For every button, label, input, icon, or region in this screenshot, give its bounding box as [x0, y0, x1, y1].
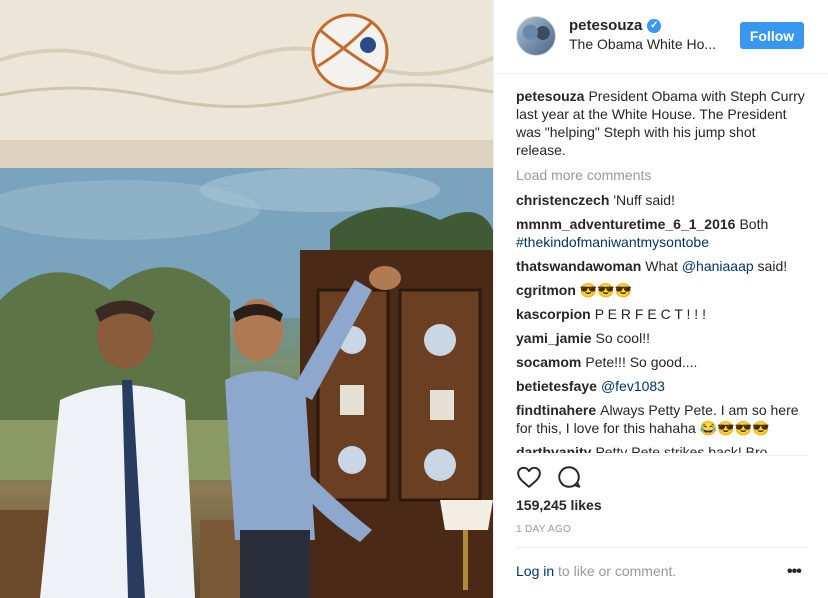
- comment-item: cgritmon 😎😎😎: [516, 281, 808, 299]
- comment-username[interactable]: christenczech: [516, 192, 609, 208]
- hashtag-link[interactable]: #thekindofmaniwantmysontobe: [516, 234, 709, 250]
- comment-text-after: said!: [757, 258, 788, 274]
- more-dots-icon[interactable]: •••: [787, 563, 802, 581]
- comment-username[interactable]: betietesfaye: [516, 378, 597, 394]
- footer-divider: [516, 547, 808, 548]
- comments-list[interactable]: petesouza President Obama with Steph Curr…: [516, 87, 808, 453]
- actions-divider: [516, 455, 808, 456]
- caption-username[interactable]: petesouza: [516, 88, 584, 104]
- comment-text: So cool!!: [595, 330, 650, 346]
- comment-item: darthvanity Petty Pete strikes back! Bro: [516, 443, 808, 453]
- post-sidebar: petesouza ✓ The Obama White Ho... Follow…: [493, 0, 828, 598]
- username-link[interactable]: petesouza: [569, 17, 642, 34]
- comment-text: What: [645, 258, 678, 274]
- comment-item: thatswandawoman What @haniaaap said!: [516, 257, 808, 275]
- comment-text: Pete!!! So good....: [585, 354, 698, 370]
- avatar[interactable]: [516, 16, 556, 56]
- comment-username[interactable]: findtinahere: [516, 402, 596, 418]
- post-header: petesouza ✓ The Obama White Ho... Follow: [494, 0, 828, 74]
- username-row: petesouza ✓: [569, 17, 662, 34]
- comment-item: christenczech 'Nuff said!: [516, 191, 808, 209]
- comment-item: betietesfaye @fev1083: [516, 377, 808, 395]
- location-link[interactable]: The Obama White Ho...: [569, 36, 716, 52]
- comment-item: socamom Pete!!! So good....: [516, 353, 808, 371]
- comment-username[interactable]: cgritmon: [516, 282, 576, 298]
- comment-text: P E R F E C T ! ! !: [594, 306, 706, 322]
- comment-username[interactable]: thatswandawoman: [516, 258, 641, 274]
- comment-username[interactable]: kascorpion: [516, 306, 591, 322]
- comment-item: mmnm_adventuretime_6_1_2016 Both #thekind…: [516, 215, 808, 251]
- comment-text: Both: [739, 216, 769, 232]
- load-more-comments-link[interactable]: Load more comments: [516, 166, 808, 184]
- verified-badge-icon: ✓: [647, 18, 662, 33]
- post-timestamp[interactable]: 1 DAY AGO: [516, 524, 571, 535]
- heart-icon[interactable]: [516, 464, 542, 490]
- mention-link[interactable]: @haniaaap: [682, 258, 754, 274]
- comment-bubble-icon[interactable]: [556, 464, 582, 490]
- comment-username[interactable]: yami_jamie: [516, 330, 592, 346]
- follow-button[interactable]: Follow: [740, 22, 804, 49]
- caption: petesouza President Obama with Steph Curr…: [516, 87, 808, 159]
- login-link[interactable]: Log in: [516, 563, 554, 579]
- login-suffix: to like or comment.: [554, 563, 677, 579]
- comment-username[interactable]: darthvanity: [516, 444, 591, 453]
- action-bar: [516, 464, 582, 490]
- comment-username[interactable]: socamom: [516, 354, 581, 370]
- login-prompt: Log in to like or comment.: [516, 563, 676, 579]
- comment-username[interactable]: mmnm_adventuretime_6_1_2016: [516, 216, 735, 232]
- comment-text: 😎😎😎: [579, 282, 633, 298]
- mention-link[interactable]: @fev1083: [601, 378, 665, 394]
- comment-text: 'Nuff said!: [613, 192, 675, 208]
- comment-item: findtinahere Always Petty Pete. I am so h…: [516, 401, 808, 437]
- comment-text: Petty Pete strikes back! Bro: [595, 444, 768, 453]
- likes-count[interactable]: 159,245 likes: [516, 497, 602, 513]
- photo-illustration: [0, 0, 493, 598]
- post-photo[interactable]: [0, 0, 493, 598]
- comment-item: yami_jamie So cool!!: [516, 329, 808, 347]
- comment-item: kascorpion P E R F E C T ! ! !: [516, 305, 808, 323]
